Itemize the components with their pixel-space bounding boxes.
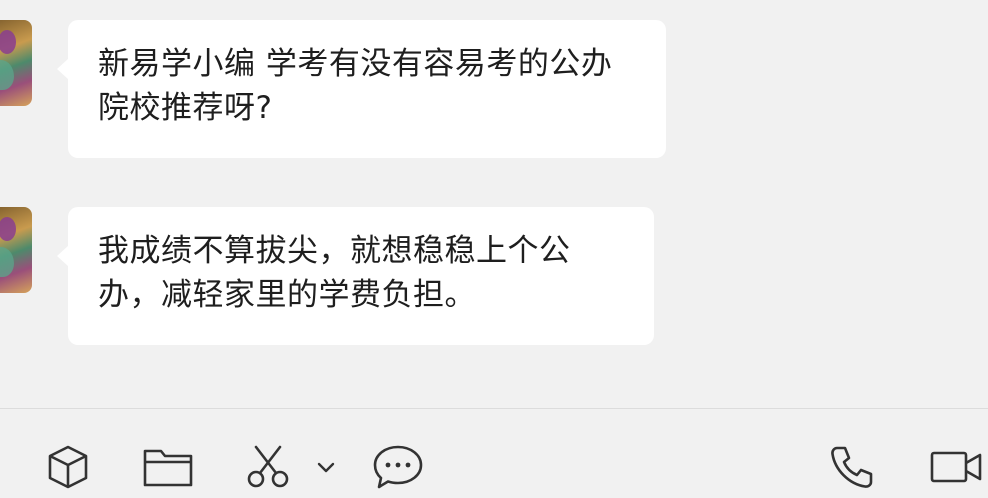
message-bubble[interactable]: 新易学小编 学考有没有容易考的公办院校推荐呀? [57,20,666,158]
scissors-icon [247,445,289,488]
chat-toolbar [0,409,988,498]
message-bubble[interactable]: 我成绩不算拔尖，就想稳稳上个公办，减轻家里的学费负担。 [57,207,654,345]
screenshot-options-button[interactable] [306,441,346,493]
avatar[interactable] [0,207,32,293]
video-call-button[interactable] [928,441,984,493]
screenshot-button[interactable] [242,441,294,493]
message-text: 我成绩不算拔尖，就想稳稳上个公办，减轻家里的学费负担。 [98,233,571,313]
sticker-button[interactable] [42,441,94,493]
chevron-down-icon [317,462,335,473]
file-button[interactable] [142,441,194,493]
chat-messages-area[interactable]: 新易学小编 学考有没有容易考的公办院校推荐呀? 我成绩不算拔尖，就想稳稳上个公办… [0,0,988,408]
phone-icon [831,446,873,488]
video-camera-icon [930,451,982,483]
chat-history-button[interactable] [372,441,424,493]
voice-call-button[interactable] [826,441,878,493]
cube-icon [48,445,88,489]
folder-icon [143,449,193,487]
message-text: 新易学小编 学考有没有容易考的公办院校推荐呀? [98,46,613,126]
avatar[interactable] [0,20,32,106]
chat-bubble-icon [373,445,423,489]
